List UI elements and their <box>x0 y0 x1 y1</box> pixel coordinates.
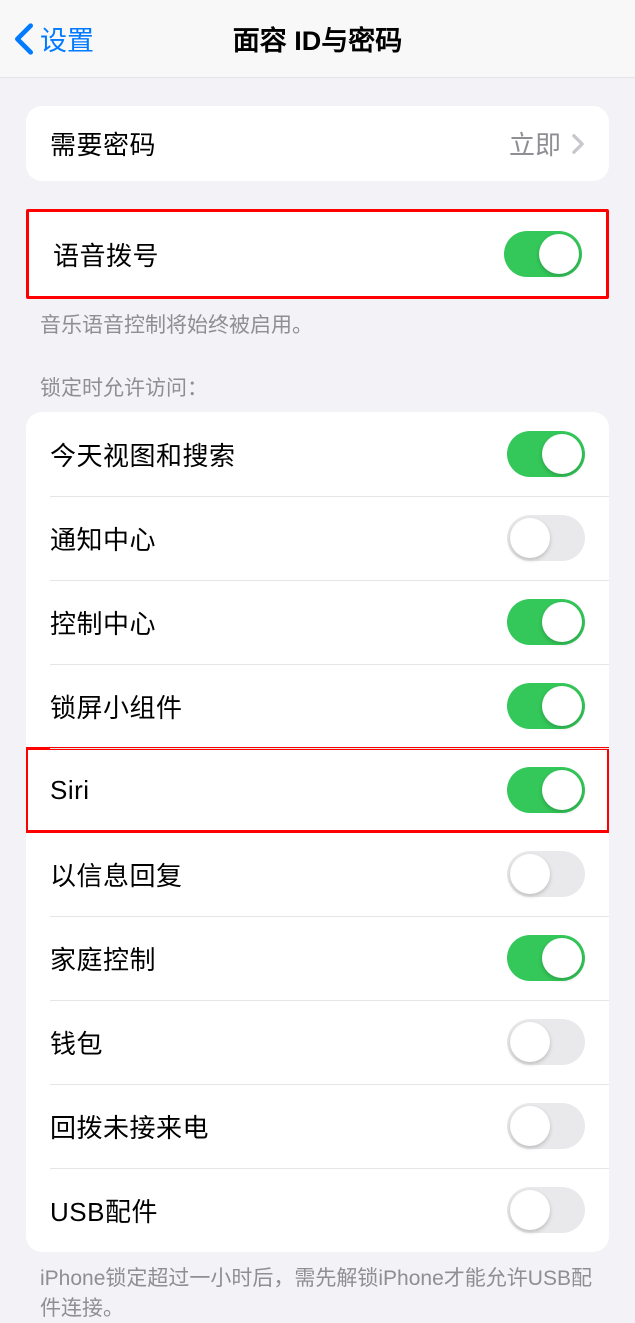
voice-dial-toggle[interactable] <box>504 231 582 277</box>
lock-access-item-toggle[interactable] <box>507 1019 585 1065</box>
lock-access-row: Siri <box>26 748 609 832</box>
lock-access-row: 家庭控制 <box>26 916 609 1000</box>
lock-access-item-toggle[interactable] <box>507 767 585 813</box>
lock-access-item-label: 今天视图和搜索 <box>50 436 236 473</box>
lock-access-item-label: 回拨未接来电 <box>50 1108 209 1145</box>
voice-dial-group: 语音拨号 <box>26 209 609 299</box>
lock-access-item-toggle[interactable] <box>507 1187 585 1233</box>
require-passcode-row[interactable]: 需要密码 立即 <box>26 106 609 181</box>
toggle-knob <box>510 1022 550 1062</box>
toggle-knob <box>542 686 582 726</box>
navigation-bar: 设置 面容 ID与密码 <box>0 0 635 78</box>
toggle-knob <box>542 434 582 474</box>
lock-access-item-toggle[interactable] <box>507 851 585 897</box>
lock-access-item-label: 通知中心 <box>50 520 156 557</box>
lock-access-row: 回拨未接来电 <box>26 1084 609 1168</box>
lock-access-item-toggle[interactable] <box>507 683 585 729</box>
lock-access-row: 钱包 <box>26 1000 609 1084</box>
toggle-knob <box>510 518 550 558</box>
toggle-knob <box>542 770 582 810</box>
lock-access-group: 今天视图和搜索通知中心控制中心锁屏小组件 Siri 以信息回复家庭控制钱包回拨未接来… <box>26 412 609 1252</box>
lock-access-item-toggle[interactable] <box>507 599 585 645</box>
lock-access-row: 控制中心 <box>26 580 609 664</box>
require-passcode-group: 需要密码 立即 <box>26 106 609 181</box>
require-passcode-label: 需要密码 <box>50 125 156 162</box>
toggle-knob <box>510 1106 550 1146</box>
lock-access-row: 通知中心 <box>26 496 609 580</box>
page-title: 面容 ID与密码 <box>233 19 403 58</box>
voice-dial-label: 语音拨号 <box>53 236 159 273</box>
lock-access-row: 锁屏小组件 <box>26 664 609 748</box>
lock-access-item-label: Siri <box>50 775 90 806</box>
lock-access-item-label: USB配件 <box>50 1192 158 1229</box>
lock-access-item-toggle[interactable] <box>507 431 585 477</box>
lock-access-footer: iPhone锁定超过一小时后，需先解锁iPhone才能允许USB配件连接。 <box>0 1252 635 1323</box>
chevron-right-icon <box>571 133 585 155</box>
toggle-knob <box>539 234 579 274</box>
toggle-knob <box>510 854 550 894</box>
lock-access-header: 锁定时允许访问： <box>0 372 635 412</box>
lock-access-item-label: 锁屏小组件 <box>50 688 183 725</box>
lock-access-row: USB配件 <box>26 1168 609 1252</box>
chevron-left-icon <box>14 22 34 56</box>
lock-access-item-label: 以信息回复 <box>50 856 183 893</box>
voice-dial-footer: 音乐语音控制将始终被启用。 <box>0 299 635 340</box>
lock-access-item-label: 家庭控制 <box>50 940 156 977</box>
back-label: 设置 <box>40 19 94 58</box>
toggle-knob <box>510 1190 550 1230</box>
back-button[interactable]: 设置 <box>0 19 94 58</box>
lock-access-item-toggle[interactable] <box>507 515 585 561</box>
toggle-knob <box>542 602 582 642</box>
lock-access-row: 今天视图和搜索 <box>26 412 609 496</box>
lock-access-item-toggle[interactable] <box>507 1103 585 1149</box>
lock-access-row: 以信息回复 <box>26 832 609 916</box>
toggle-knob <box>542 938 582 978</box>
lock-access-item-toggle[interactable] <box>507 935 585 981</box>
lock-access-item-label: 钱包 <box>50 1024 103 1061</box>
require-passcode-value: 立即 <box>509 125 561 162</box>
voice-dial-row: 语音拨号 <box>29 212 606 296</box>
lock-access-item-label: 控制中心 <box>50 604 156 641</box>
